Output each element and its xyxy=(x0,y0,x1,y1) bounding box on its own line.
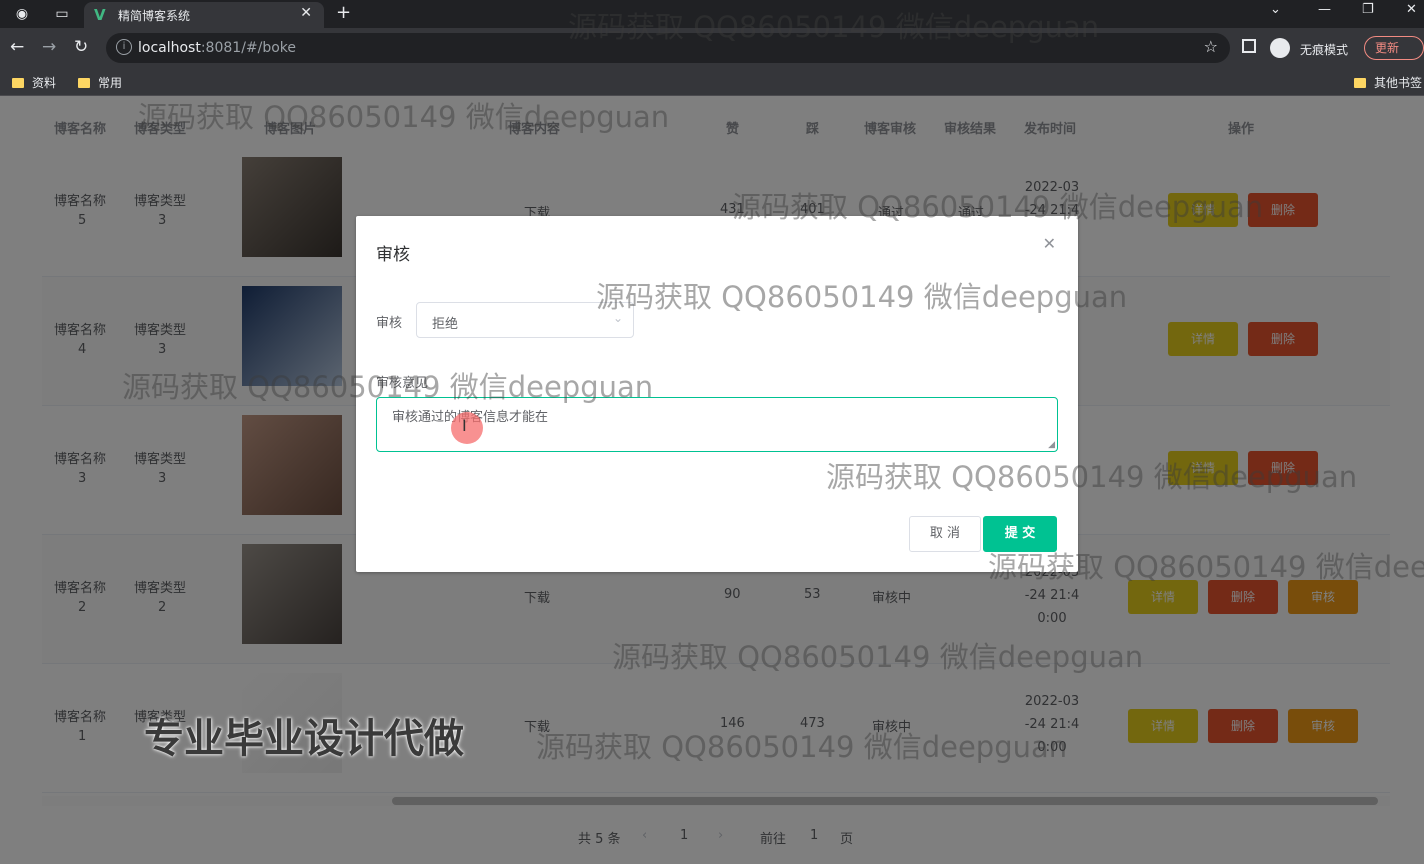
resize-grip-icon[interactable]: ◢ xyxy=(1048,440,1055,450)
folder-icon xyxy=(78,78,90,88)
tab-search-icon[interactable]: ▭ xyxy=(52,4,72,24)
incognito-label[interactable]: 无痕模式 xyxy=(1300,41,1348,58)
text-cursor-icon: I xyxy=(462,416,467,435)
incognito-icon[interactable] xyxy=(1270,38,1290,58)
minimize-icon[interactable]: — xyxy=(1318,2,1331,17)
update-button[interactable]: 更新 xyxy=(1364,36,1424,60)
restore-icon[interactable]: ❐ xyxy=(1362,2,1374,17)
reload-icon[interactable]: ↻ xyxy=(74,37,88,57)
watermark: 源码获取 QQ86050149 微信deepguan xyxy=(732,190,1264,224)
tab-title: 精简博客系统 xyxy=(118,9,191,23)
audit-select-value: 拒绝 xyxy=(432,317,459,332)
watermark: 源码获取 QQ86050149 微信deepguan xyxy=(138,100,670,134)
window-close-icon[interactable]: ✕ xyxy=(1406,2,1417,17)
cancel-button[interactable]: 取 消 xyxy=(909,516,981,552)
bookmarks-bar: 资料 常用 其他书签 xyxy=(0,68,1424,96)
browser-menu-icon[interactable]: ◉ xyxy=(12,4,32,24)
other-bookmarks-label: 其他书签 xyxy=(1374,76,1423,90)
promo-banner: 专业毕业设计代做 xyxy=(144,716,464,762)
tab-close-icon[interactable]: ✕ xyxy=(300,5,312,21)
watermark: 源码获取 QQ86050149 微信deepguan xyxy=(596,280,1128,314)
watermark: 源码获取 QQ86050149 微信deepguan xyxy=(612,640,1144,674)
watermark: 源码获取 QQ86050149 微信deepguan xyxy=(122,370,654,404)
bookmark-star-icon[interactable]: ☆ xyxy=(1204,37,1218,56)
tab-list-icon[interactable]: ⌄ xyxy=(1270,2,1281,17)
bookmark-folder-ziliao[interactable]: 资料 xyxy=(12,74,56,91)
dialog-title: 审核 xyxy=(376,245,410,265)
forward-icon[interactable]: → xyxy=(42,37,56,57)
watermark: 源码获取 QQ86050149 微信deepguan xyxy=(826,460,1358,494)
click-indicator xyxy=(451,412,483,444)
watermark: 源码获取 QQ86050149 微信deepguan xyxy=(536,730,1068,764)
url-path: :8081/#/boke xyxy=(200,40,297,56)
bookmark-label: 常用 xyxy=(98,76,123,90)
watermark: 源码获取 QQ86050149 微信deepguan xyxy=(568,10,1100,44)
other-bookmarks[interactable]: 其他书签 xyxy=(1354,74,1422,91)
folder-icon xyxy=(12,78,24,88)
audit-field-label: 审核 xyxy=(376,316,403,331)
vue-favicon-icon: V xyxy=(94,6,106,24)
url-host: localhost xyxy=(138,40,201,56)
side-panel-icon[interactable] xyxy=(1242,39,1256,53)
back-icon[interactable]: ← xyxy=(10,37,24,57)
new-tab-icon[interactable]: + xyxy=(336,2,351,23)
site-info-icon[interactable]: i xyxy=(116,39,132,55)
close-icon[interactable]: ✕ xyxy=(1043,234,1056,253)
bookmark-label: 资料 xyxy=(32,76,57,90)
bookmark-folder-changyong[interactable]: 常用 xyxy=(78,74,122,91)
watermark: 源码获取 QQ86050149 微信dee xyxy=(988,550,1424,584)
folder-icon xyxy=(1354,78,1366,88)
browser-tab[interactable]: V 精简博客系统 ✕ xyxy=(84,2,324,28)
